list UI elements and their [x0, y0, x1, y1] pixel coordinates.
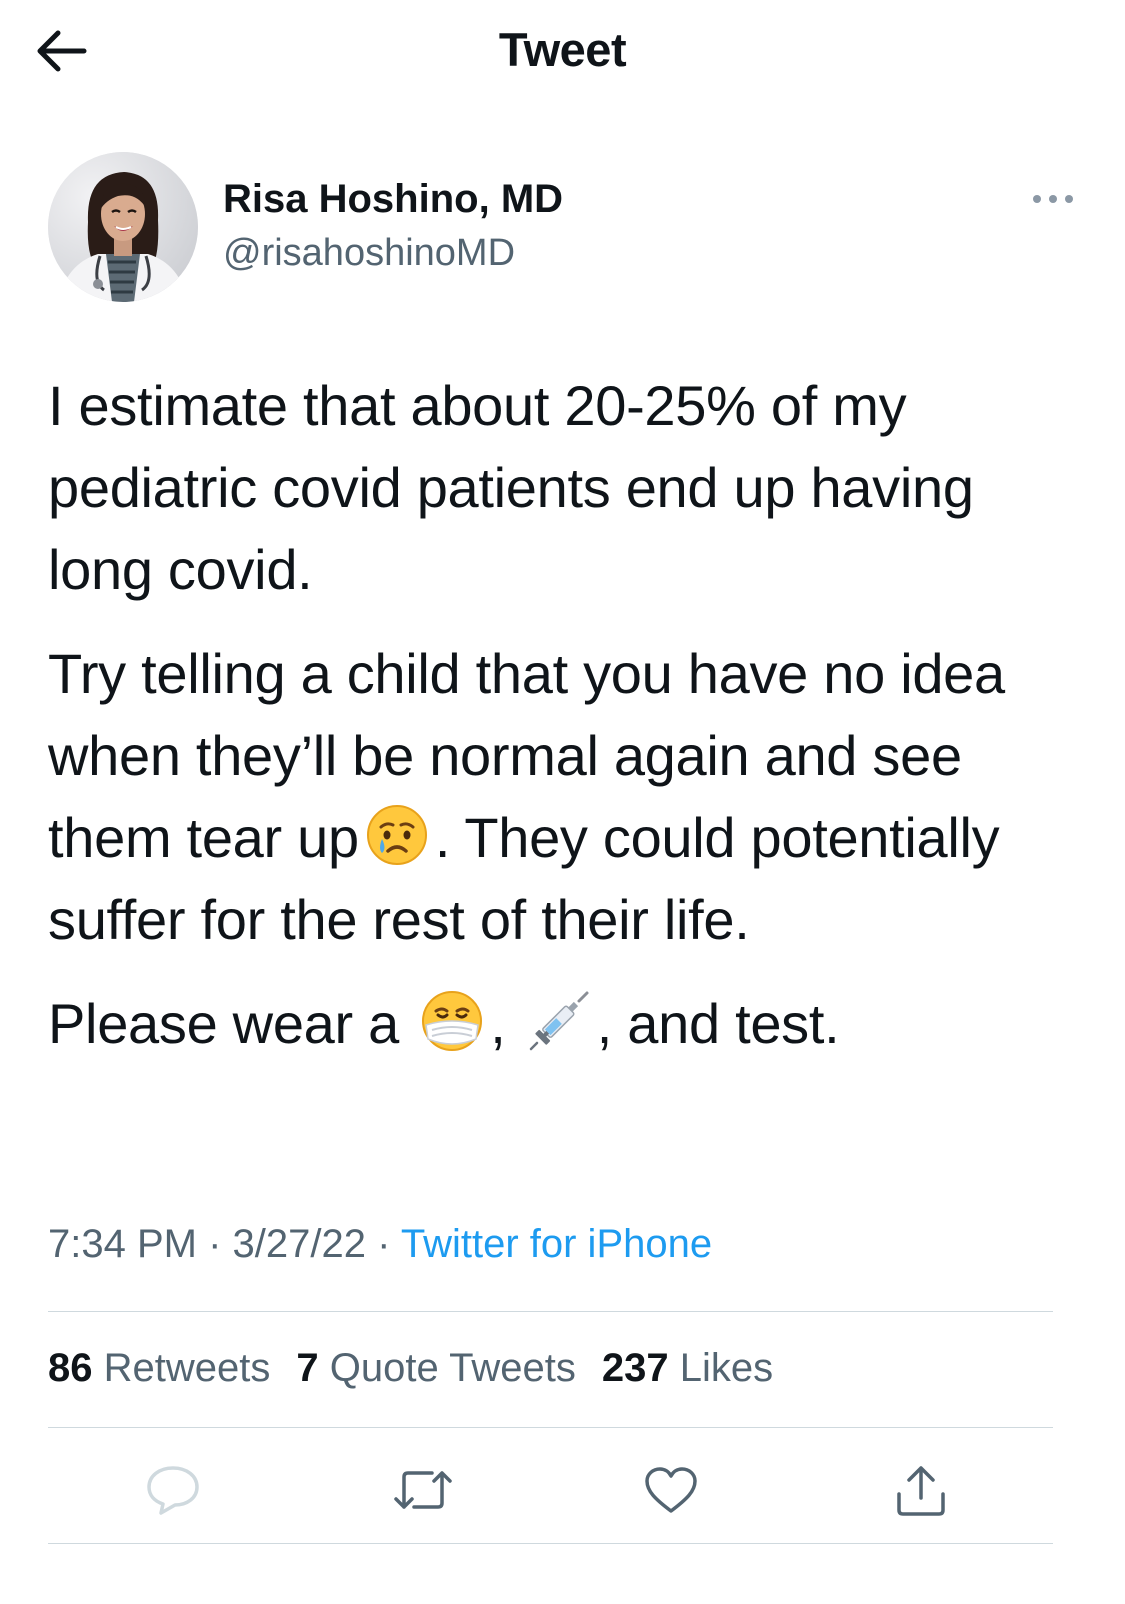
tweet-paragraph: Try telling a child that you have no ide…: [48, 633, 1088, 961]
retweets-stat[interactable]: 86 Retweets: [48, 1346, 270, 1391]
reply-button[interactable]: [133, 1450, 213, 1530]
reply-icon: [147, 1466, 199, 1515]
likes-label: Likes: [679, 1346, 774, 1390]
page-title: Tweet: [498, 23, 627, 76]
tweet-stats: 86 Retweets 7 Quote Tweets 237 Likes: [48, 1346, 773, 1391]
tweet-author: Risa Hoshino, MD @risahoshinoMD: [48, 152, 1078, 302]
meta-separator: ·: [377, 1222, 391, 1266]
medical-mask-face-emoji: [422, 991, 483, 1051]
divider: [48, 1311, 1053, 1312]
tweet-paragraph-text: , and test.: [596, 992, 840, 1055]
divider: [48, 1543, 1053, 1544]
quote-tweets-label: Quote Tweets: [329, 1346, 576, 1390]
tweet-actions: [48, 1450, 1053, 1540]
retweet-icon: [394, 1471, 452, 1509]
meta-separator: ·: [208, 1222, 222, 1266]
tweet-paragraph-text: ,: [490, 992, 506, 1055]
likes-stat[interactable]: 237 Likes: [602, 1346, 773, 1391]
likes-count: 237: [601, 1346, 669, 1390]
tweet-paragraph-text: I estimate that about 20-25% of my pedia…: [48, 374, 974, 601]
share-button[interactable]: [881, 1450, 961, 1530]
tweet-paragraph: I estimate that about 20-25% of my pedia…: [48, 365, 1088, 611]
display-name[interactable]: Risa Hoshino, MD: [223, 177, 563, 222]
quote-tweets-stat[interactable]: 7 Quote Tweets: [296, 1346, 575, 1391]
user-handle[interactable]: @risahoshinoMD: [223, 232, 515, 275]
tweet-timestamp: 7:34 PM · 3/27/22 · Twitter for iPhone: [48, 1222, 712, 1267]
heart-icon: [645, 1467, 697, 1513]
tweet-paragraph-text: Please wear a: [48, 992, 399, 1055]
quote-tweets-count: 7: [296, 1346, 319, 1390]
retweets-label: Retweets: [103, 1346, 271, 1390]
divider: [48, 1427, 1053, 1428]
tweet-text: I estimate that about 20-25% of my pedia…: [48, 365, 1088, 1087]
top-bar: Tweet: [0, 0, 1125, 100]
share-icon: [897, 1466, 945, 1516]
crying-face-emoji: [366, 805, 427, 865]
retweets-count: 86: [48, 1346, 93, 1390]
retweet-button[interactable]: [383, 1450, 463, 1530]
syringe-emoji: [529, 991, 589, 1051]
avatar[interactable]: [48, 152, 198, 302]
tweet-source-link[interactable]: Twitter for iPhone: [401, 1222, 712, 1266]
more-options-button[interactable]: [1028, 186, 1078, 212]
like-button[interactable]: [631, 1450, 711, 1530]
tweet-time[interactable]: 7:34 PM: [48, 1222, 197, 1266]
more-horizontal-icon: [1033, 195, 1073, 203]
tweet-paragraph: Please wear a , , and test.: [48, 983, 1088, 1065]
tweet-date[interactable]: 3/27/22: [233, 1222, 366, 1266]
